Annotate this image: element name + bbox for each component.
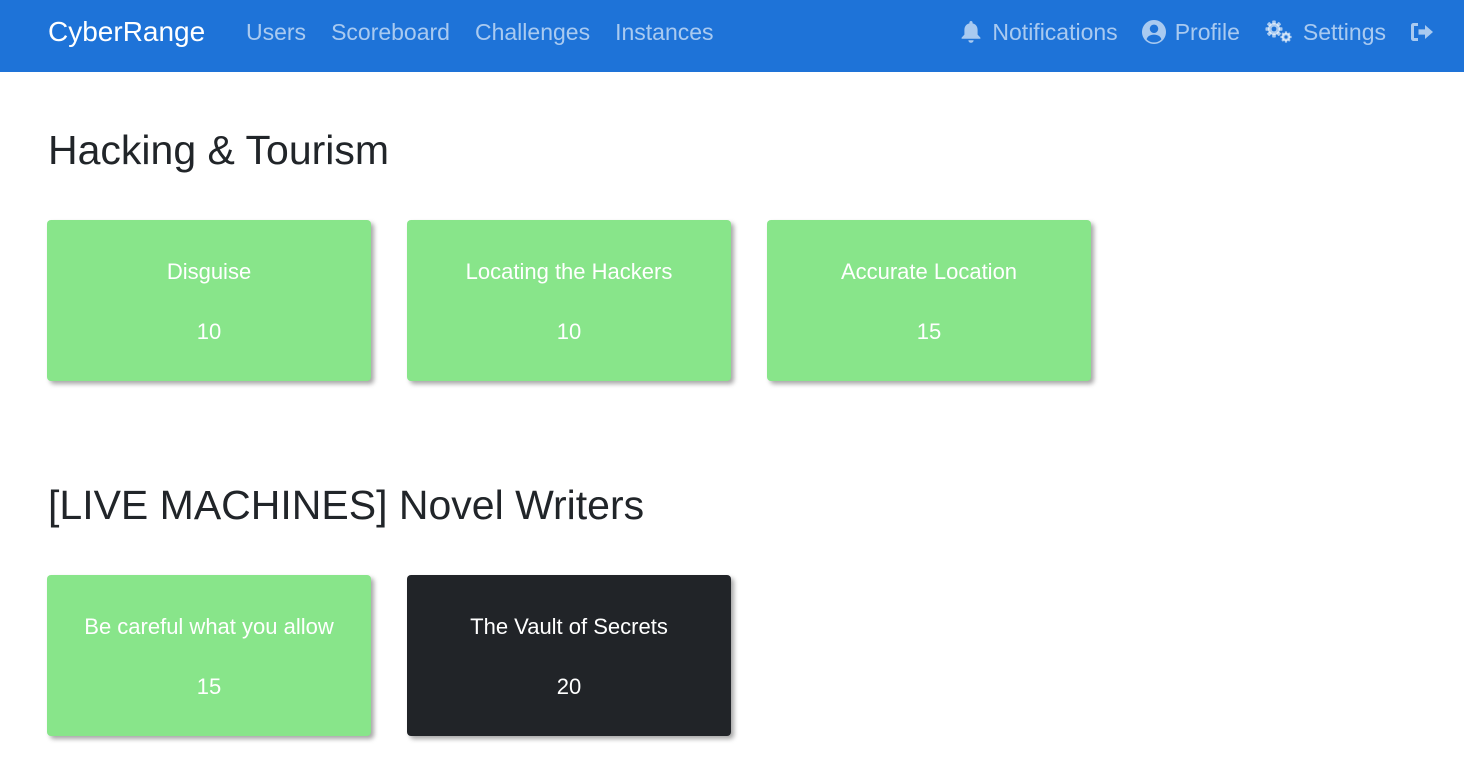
challenge-value: 15 [196,674,222,699]
challenge-name: Disguise [166,259,252,284]
challenge-card-the-vault-of-secrets[interactable]: The Vault of Secrets 20 [407,575,731,736]
challenge-value: 10 [196,319,222,344]
challenge-card-disguise[interactable]: Disguise 10 [47,220,371,381]
notifications-label: Notifications [992,19,1118,45]
challenge-name: The Vault of Secrets [470,614,668,639]
user-circle-icon [1141,20,1166,44]
bell-icon [959,20,983,44]
challenge-card-locating-the-hackers[interactable]: Locating the Hackers 10 [407,220,731,381]
nav-profile-link[interactable]: Profile [1141,18,1240,46]
nav-logout-link[interactable] [1410,20,1434,44]
challenge-value: 15 [916,319,942,344]
challenge-name: Accurate Location [840,259,1018,284]
nav-scoreboard-link[interactable]: Scoreboard [331,18,450,46]
challenge-value: 20 [556,674,582,699]
gears-icon [1264,20,1294,44]
challenge-name: Locating the Hackers [465,259,673,284]
sign-out-icon [1410,20,1434,44]
nav-instances-link[interactable]: Instances [615,18,713,46]
nav-users-link[interactable]: Users [246,18,306,46]
challenge-card-be-careful-what-you-allow[interactable]: Be careful what you allow 15 [47,575,371,736]
nav-primary-links: Users Scoreboard Challenges Instances [246,18,714,46]
profile-label: Profile [1174,19,1240,45]
nav-user-links: Notifications Profile Settings [959,18,1434,46]
nav-settings-link[interactable]: Settings [1264,18,1386,46]
top-navbar: CyberRange Users Scoreboard Challenges I… [0,0,1464,72]
nav-challenges-link[interactable]: Challenges [475,18,590,46]
challenge-card-accurate-location[interactable]: Accurate Location 15 [767,220,1091,381]
challenge-value: 10 [556,319,582,344]
settings-label: Settings [1302,19,1386,45]
nav-notifications-link[interactable]: Notifications [959,18,1118,46]
challenge-name: Be careful what you allow [84,614,334,639]
category-title-hacking-tourism: Hacking & Tourism [48,127,390,173]
category-title-live-machines-novel-writers: [LIVE MACHINES] Novel Writers [48,482,645,528]
brand-link[interactable]: CyberRange [48,14,205,50]
